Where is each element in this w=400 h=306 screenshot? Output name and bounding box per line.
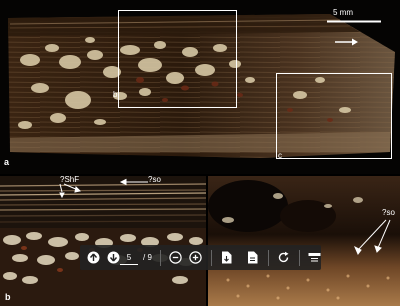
document-properties-button[interactable] [246, 251, 260, 265]
bone-detail-image-c [208, 176, 400, 306]
document-viewer-toolbar: / 9 [80, 245, 321, 270]
scale-bar-label: 5 mm [333, 8, 353, 17]
bone-detail-image-b [0, 176, 206, 306]
rotate-button[interactable] [277, 251, 291, 265]
inset-c-letter: c [278, 151, 282, 160]
toolbar-divider [159, 249, 161, 266]
rotate-icon [279, 251, 289, 263]
toolbar-divider [298, 249, 300, 266]
fit-width-button[interactable] [308, 251, 322, 265]
zoom-out-button[interactable] [169, 251, 183, 265]
inset-b-letter: b [113, 90, 118, 99]
annotation-so-b: ?so [148, 176, 161, 184]
figure-panel-b: ?ShF ?so b [0, 176, 206, 306]
previous-page-button[interactable] [86, 251, 100, 265]
arrow-down-icon [107, 251, 119, 264]
page-number-input[interactable] [120, 250, 138, 265]
annotation-shf: ?ShF [60, 176, 80, 184]
zoom-out-icon [169, 251, 183, 264]
toolbar-divider [210, 249, 212, 266]
figure-panel-c: ?so [208, 176, 400, 306]
toolbar-divider [267, 249, 269, 266]
page-total-label: / 9 [143, 253, 152, 262]
annotation-so-c: ?so [382, 208, 395, 217]
zoom-in-button[interactable] [189, 251, 203, 265]
arrow-up-icon [87, 251, 99, 264]
bone-cross-section-image [8, 10, 395, 159]
download-button[interactable] [220, 251, 234, 265]
download-icon [222, 251, 232, 264]
next-page-button[interactable] [106, 251, 120, 265]
fit-width-icon [308, 253, 321, 262]
zoom-in-icon [189, 251, 203, 264]
document-icon [248, 251, 258, 264]
figure-panel-a: 5 mm b c a [0, 0, 400, 174]
panel-a-label: a [4, 157, 10, 167]
panel-b-label: b [5, 292, 11, 302]
